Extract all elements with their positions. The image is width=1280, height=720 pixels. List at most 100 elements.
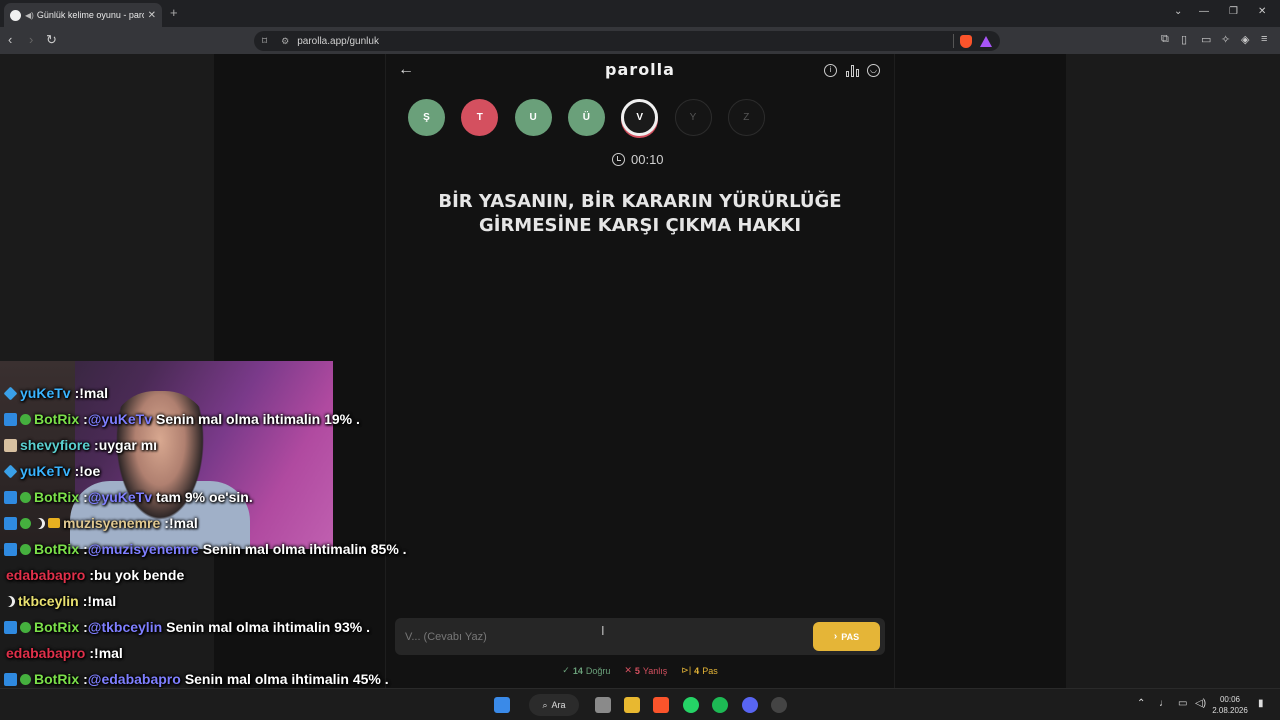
brave-shields-icon[interactable] (960, 34, 972, 48)
chat-text: tam 9% oe'sin. (156, 489, 253, 505)
chat-mention[interactable]: @yuKeTv (88, 411, 152, 427)
letter-progress: ŞTUÜVYZ (408, 99, 768, 137)
letter-circle-1: T (461, 99, 499, 136)
tray-chevron-up-icon[interactable]: ⌃ (1137, 698, 1145, 709)
back-icon[interactable]: ‹ (8, 32, 12, 47)
chat-message: edababapro: !mal (0, 640, 123, 666)
chat-username[interactable]: yuKeTv (20, 463, 71, 479)
chat-message: edababapro: bu yok bende (0, 562, 184, 588)
brave-browser-icon[interactable] (653, 697, 669, 713)
file-explorer-icon[interactable] (624, 697, 640, 713)
clock-icon (612, 153, 625, 166)
new-tab-button[interactable]: + (170, 5, 178, 20)
chat-username[interactable]: yuKeTv (20, 385, 71, 401)
site-info-icon[interactable]: ⚙ (281, 36, 289, 47)
menu-icon[interactable]: ≡ (1261, 33, 1267, 45)
network-icon[interactable]: ▭ (1178, 698, 1187, 709)
game-panel (385, 54, 895, 688)
stats-icon[interactable] (846, 64, 859, 77)
site-favicon-icon (10, 9, 21, 21)
system-clock[interactable]: 00:06 2.08.2026 (1208, 694, 1252, 716)
notification-icon[interactable]: ▮ (1258, 698, 1264, 709)
whatsapp-icon[interactable] (683, 697, 699, 713)
chat-username[interactable]: edababapro (6, 645, 85, 661)
chat-message: tkbceylin: !mal (0, 588, 116, 614)
chat-username[interactable]: muzisyenemre (63, 515, 160, 531)
chat-badge-ver-icon (20, 491, 31, 503)
chat-username[interactable]: BotRix (34, 619, 79, 635)
chat-username[interactable]: BotRix (34, 411, 79, 427)
chat-badge-ver-icon (20, 543, 31, 555)
chat-message: BotRix: @muzisyenemre Senin mal olma ihti… (0, 536, 407, 562)
taskbar-search[interactable]: ⌕ Ara (529, 694, 579, 716)
chat-text: Senin mal olma ihtimalin 19% . (156, 411, 360, 427)
task-view-icon[interactable] (595, 697, 611, 713)
chat-mention[interactable]: @muzisyenemre (88, 541, 199, 557)
chat-badge-ver-icon (20, 517, 31, 529)
minimize-button[interactable]: — (1199, 6, 1209, 17)
tab-list-icon[interactable]: ⌄ (1174, 6, 1182, 17)
back-arrow-icon[interactable]: ← (398, 61, 414, 79)
restore-button[interactable]: ❐ (1229, 6, 1238, 17)
vpn-icon[interactable]: ◈ (1241, 33, 1249, 46)
chat-mention[interactable]: @yuKeTv (88, 489, 152, 505)
pass-count: 4 (694, 665, 700, 676)
profile-icon[interactable]: ◡ (867, 64, 880, 77)
question-text: BİR YASANIN, BİR KARARIN YÜRÜRLÜĞE GİRME… (438, 191, 842, 236)
letter-circle-2: U (514, 99, 552, 136)
reload-icon[interactable]: ↻ (46, 32, 57, 48)
windows-taskbar: ⌕ Ara ⌃ ♩ ▭ ◁) 00:06 2.08.2026 ▮ (0, 688, 1280, 720)
chat-username[interactable]: shevyfiore (20, 437, 90, 453)
chat-badge-bot-icon (4, 620, 17, 634)
speaker-icon[interactable]: ◀) (25, 11, 34, 20)
discord-icon[interactable] (742, 697, 758, 713)
correct-stat: ✓ 14 Doğru (562, 665, 610, 676)
wrong-label: Yanlış (642, 665, 668, 676)
app-logo: parolla (605, 60, 675, 79)
info-icon[interactable]: i (824, 64, 837, 77)
chat-message: yuKeTv: !oe (0, 458, 100, 484)
obs-icon[interactable] (771, 697, 787, 713)
start-icon[interactable] (494, 697, 510, 713)
chat-username[interactable]: BotRix (34, 541, 79, 557)
chat-mention[interactable]: @edababapro (88, 671, 181, 687)
address-bar[interactable]: ⌑ ⚙ parolla.app/gunluk (254, 31, 1000, 51)
chat-username[interactable]: BotRix (34, 671, 79, 687)
sidebar-icon[interactable]: ▯ (1181, 33, 1187, 46)
chat-badge-bot-icon (4, 412, 17, 426)
letter-circle-3: Ü (567, 99, 605, 136)
clock-time: 00:06 (1219, 695, 1241, 704)
chat-username[interactable]: BotRix (34, 489, 79, 505)
extensions-icon[interactable]: ⧉ (1161, 33, 1169, 46)
correct-label: Doğru (585, 665, 611, 676)
spotify-icon[interactable] (712, 697, 728, 713)
chat-badge-bot-icon (4, 516, 17, 530)
url-text: parolla.app/gunluk (297, 35, 379, 47)
chat-username[interactable]: edababapro (6, 567, 85, 583)
brave-rewards-icon[interactable] (980, 35, 992, 47)
letter-circle-6: Z (727, 99, 765, 136)
chat-message: shevyfiore: uygar mı (0, 432, 157, 458)
pass-label: Pas (702, 665, 718, 676)
chat-username[interactable]: tkbceylin (18, 593, 79, 609)
text-cursor-icon: I (601, 623, 605, 638)
tab-close-icon[interactable]: ✕ (148, 10, 156, 21)
close-window-button[interactable]: ✕ (1258, 6, 1266, 17)
volume-icon[interactable]: ◁) (1195, 698, 1206, 709)
wrong-count: 5 (634, 665, 640, 676)
chat-text: !mal (168, 515, 198, 531)
bookmark-icon[interactable]: ⌑ (262, 36, 267, 47)
chat-message: muzisyenemre: !mal (0, 510, 198, 536)
wallet-icon[interactable]: ▭ (1201, 33, 1211, 46)
leo-ai-icon[interactable]: ✧ (1221, 33, 1230, 46)
chat-text: Senin mal olma ihtimalin 93% . (166, 619, 370, 635)
chat-mention[interactable]: @tkbceylin (88, 619, 162, 635)
chat-text: !mal (79, 385, 109, 401)
chat-text: uygar mı (98, 437, 158, 453)
forward-icon[interactable]: › (29, 32, 33, 47)
search-icon: ⌕ (542, 699, 548, 710)
microphone-icon[interactable]: ♩ (1159, 698, 1169, 709)
browser-tab[interactable]: ◀) Günlük kelime oyunu - parolla ✕ (4, 3, 162, 27)
browser-toolbar: ‹ › ↻ ⌑ ⚙ parolla.app/gunluk ⧉ ▯ ▭ ✧ ◈ ≡ (0, 27, 1280, 54)
pass-button[interactable]: › PAS (813, 622, 880, 651)
